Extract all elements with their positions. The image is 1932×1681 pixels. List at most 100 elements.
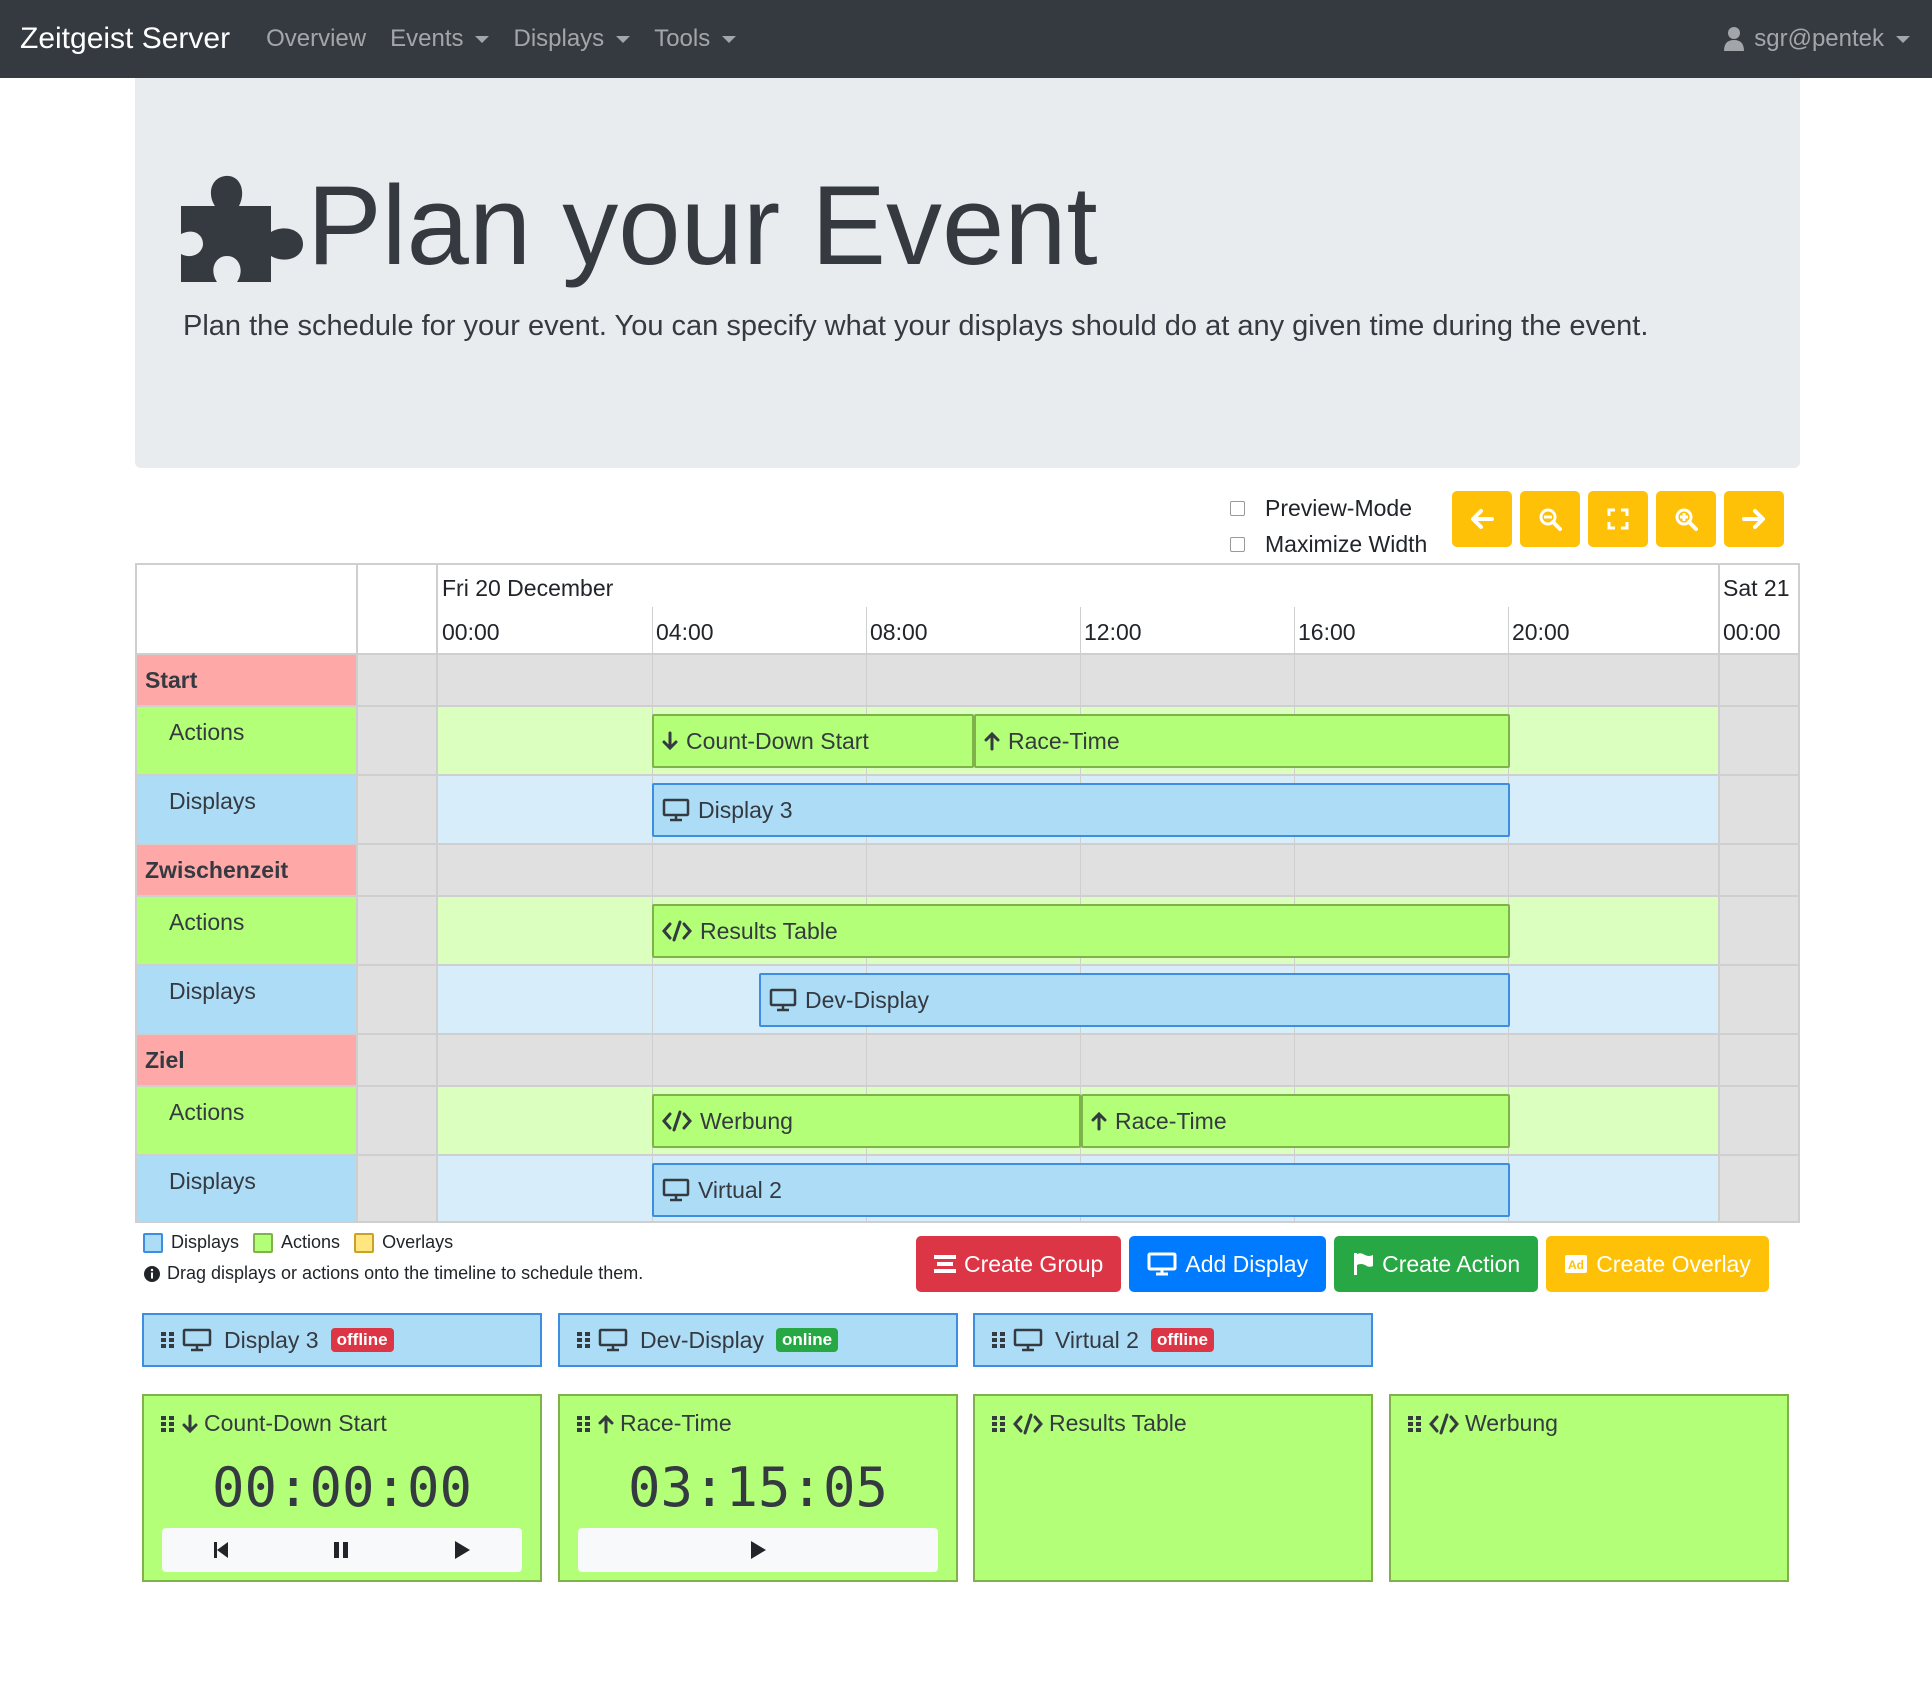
row-track (438, 845, 1718, 895)
timeline-options: Preview-Mode Maximize Width (1230, 490, 1427, 562)
maximize-width-label: Maximize Width (1265, 530, 1428, 557)
drag-handle-icon[interactable] (991, 1330, 1007, 1350)
zoom-in-button[interactable] (1656, 491, 1716, 547)
timeline-header: Fri 20 December Sat 21 00:00 04:00 08:00… (438, 565, 1800, 655)
nav-tools[interactable]: Tools (654, 25, 737, 53)
create-action-button[interactable]: Create Action (1334, 1236, 1539, 1292)
maximize-width-checkbox[interactable]: Maximize Width (1230, 526, 1427, 562)
arrow-down-icon (182, 1414, 198, 1433)
timeline-action-item[interactable]: Werbung (652, 1094, 1081, 1148)
display-card[interactable]: Virtual 2 offline (973, 1313, 1373, 1367)
day-separator (1718, 565, 1720, 655)
nav-displays[interactable]: Displays (513, 25, 631, 53)
displays-track[interactable]: Dev-Display (438, 966, 1718, 1033)
drag-handle-icon[interactable] (991, 1414, 1007, 1434)
actions-label: Actions (137, 707, 358, 774)
actions-label: Actions (137, 897, 358, 964)
user-menu[interactable]: sgr@pentek (1724, 0, 1910, 78)
checkbox-box[interactable] (1230, 536, 1245, 552)
actions-track[interactable]: Werbung Race-Time (438, 1087, 1718, 1154)
date-label-fri: Fri 20 December (442, 575, 614, 601)
hour-tick (652, 607, 653, 655)
timeline-display-item[interactable]: Virtual 2 (652, 1163, 1510, 1217)
fit-view-button[interactable] (1588, 491, 1648, 547)
brand-link[interactable]: Zeitgeist Server (20, 22, 230, 56)
drag-handle-icon[interactable] (160, 1414, 176, 1434)
row-sat (1718, 707, 1798, 774)
hour-label: 12:00 (1084, 619, 1142, 645)
displays-label: Displays (137, 1156, 358, 1221)
item-label: Results Table (700, 917, 838, 944)
preview-mode-checkbox[interactable]: Preview-Mode (1230, 490, 1427, 526)
nav-overview[interactable]: Overview (266, 25, 366, 53)
row-track (438, 1035, 1718, 1085)
row-track (438, 655, 1718, 705)
action-card[interactable]: Race-Time 03:15:05 (558, 1394, 958, 1582)
arrow-up-icon (598, 1414, 614, 1433)
bars-icon (934, 1255, 956, 1273)
legend-overlays: Overlays (382, 1232, 454, 1252)
play-icon[interactable] (453, 1540, 471, 1560)
group-label[interactable]: Start (137, 655, 358, 705)
drag-handle-icon[interactable] (1407, 1414, 1423, 1434)
timeline-action-item[interactable]: Results Table (652, 904, 1510, 958)
row-blank (358, 776, 438, 843)
scroll-right-button[interactable] (1724, 491, 1784, 547)
scroll-left-button[interactable] (1452, 491, 1512, 547)
timeline-action-item[interactable]: Race-Time (1081, 1094, 1510, 1148)
jumbotron: Plan your Event Plan the schedule for yo… (135, 78, 1800, 468)
drag-handle-icon[interactable] (576, 1330, 592, 1350)
create-group-button[interactable]: Create Group (916, 1236, 1122, 1292)
preview-mode-label: Preview-Mode (1265, 494, 1412, 521)
action-card-name: Results Table (1049, 1410, 1187, 1436)
actions-track[interactable]: Count-Down Start Race-Time (438, 707, 1718, 774)
display-card[interactable]: Display 3 offline (142, 1313, 542, 1367)
timeline-header-corner (137, 565, 358, 655)
legend: Displays Actions Overlays (143, 1232, 467, 1253)
add-display-button[interactable]: Add Display (1129, 1236, 1327, 1292)
hour-label: 08:00 (870, 619, 928, 645)
row-sat (1718, 966, 1798, 1033)
displays-label-text: Displays (169, 978, 256, 1004)
displays-track[interactable]: Display 3 (438, 776, 1718, 843)
zoom-out-button[interactable] (1520, 491, 1580, 547)
caret-down-icon (722, 35, 737, 43)
page-lead: Plan the schedule for your event. You ca… (183, 310, 1649, 342)
item-label: Dev-Display (805, 986, 929, 1013)
timeline[interactable]: Fri 20 December Sat 21 00:00 04:00 08:00… (135, 563, 1800, 1223)
action-card[interactable]: Werbung (1389, 1394, 1789, 1582)
action-card[interactable]: Count-Down Start 00:00:00 (142, 1394, 542, 1582)
status-badge: offline (330, 1328, 394, 1352)
nav-events[interactable]: Events (390, 25, 490, 53)
action-card[interactable]: Results Table (973, 1394, 1373, 1582)
timeline-display-item[interactable]: Display 3 (652, 783, 1510, 837)
timeline-action-item[interactable]: Count-Down Start (652, 714, 974, 768)
play-icon[interactable] (749, 1540, 767, 1560)
create-buttons: Create Group Add Display Create Action A… (916, 1236, 1769, 1292)
item-label: Count-Down Start (686, 727, 869, 754)
timer-display: 00:00:00 (211, 1456, 473, 1519)
timeline-nav-buttons (1452, 491, 1792, 547)
hour-tick (1294, 607, 1295, 655)
timeline-action-item[interactable]: Race-Time (974, 714, 1510, 768)
group-name: Ziel (145, 1047, 185, 1073)
skip-back-icon[interactable] (213, 1540, 229, 1560)
displays-row-start: Displays Display 3 (137, 776, 1798, 845)
drag-handle-icon[interactable] (576, 1414, 592, 1434)
row-blank (358, 897, 438, 964)
group-label[interactable]: Zwischenzeit (137, 845, 358, 895)
actions-track[interactable]: Results Table (438, 897, 1718, 964)
displays-track[interactable]: Virtual 2 (438, 1156, 1718, 1221)
action-card-name: Count-Down Start (204, 1410, 387, 1436)
group-name: Start (145, 667, 198, 693)
create-group-label: Create Group (964, 1250, 1104, 1277)
group-label[interactable]: Ziel (137, 1035, 358, 1085)
drag-handle-icon[interactable] (160, 1330, 176, 1350)
timeline-display-item[interactable]: Dev-Display (759, 973, 1510, 1027)
pause-icon[interactable] (332, 1540, 350, 1560)
row-blank (358, 707, 438, 774)
checkbox-box[interactable] (1230, 500, 1245, 516)
display-card[interactable]: Dev-Display online (558, 1313, 958, 1367)
hour-label: 00:00 (1723, 619, 1781, 645)
create-overlay-button[interactable]: Ad Create Overlay (1546, 1236, 1769, 1292)
